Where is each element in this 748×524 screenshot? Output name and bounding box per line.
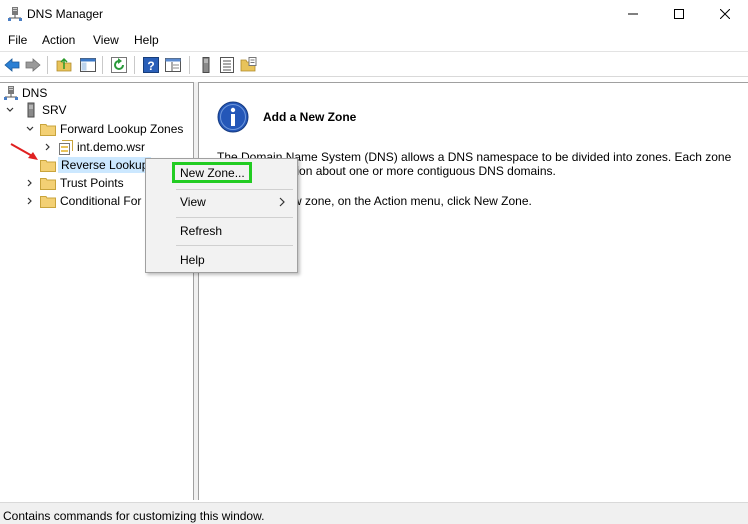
status-bar: Contains commands for customizing this w… [0,502,748,524]
detail-heading: Add a New Zone [263,110,357,124]
chevron-right-icon[interactable] [24,195,36,207]
dns-icon [4,86,18,100]
window-title: DNS Manager [27,7,104,21]
console-tree-pane[interactable]: DNS SRV Forward Lookup Zones int.demo.ws… [0,82,194,500]
menu-help[interactable]: Help [134,33,159,47]
context-menu-view[interactable]: View [146,191,297,213]
refresh-icon[interactable] [110,56,128,74]
toolbar: ? [0,51,748,77]
tree-label-zone: int.demo.wsr [77,140,146,154]
minimize-button[interactable] [610,0,656,28]
tree-item-dns[interactable]: DNS [4,84,47,102]
context-menu-help[interactable]: Help [146,249,297,271]
context-menu-help-label: Help [180,253,205,267]
up-folder-icon[interactable] [55,56,73,74]
context-menu: New Zone... View Refresh Help [145,158,298,273]
context-menu-view-label: View [180,195,206,209]
forward-icon[interactable] [24,56,42,74]
highlight-box [172,162,252,183]
folder-icon [40,177,56,190]
dns-manager-icon [8,7,22,21]
tree-item-trust-points[interactable]: Trust Points [24,174,124,192]
folder-properties-icon[interactable] [240,56,258,74]
back-icon[interactable] [3,56,21,74]
tree-label-conditional-forwarders: Conditional For [60,194,142,208]
context-menu-refresh[interactable]: Refresh [146,220,297,242]
detail-pane: Add a New Zone The Domain Name System (D… [198,82,748,500]
chevron-right-icon [279,197,285,207]
status-text: Contains commands for customizing this w… [3,509,265,523]
server-icon[interactable] [197,56,215,74]
tree-item-reverse-lookup-zones[interactable]: Reverse Lookup [24,156,152,174]
chevron-down-icon[interactable] [24,123,36,135]
tree-label-trust-points: Trust Points [60,176,124,190]
server-icon [27,102,35,118]
info-icon [217,101,249,133]
close-button[interactable] [702,0,748,28]
chevron-down-icon[interactable] [4,104,16,116]
tree-label-forward-lookup-zones: Forward Lookup Zones [60,122,184,136]
folder-icon [40,159,56,172]
tree-label-reverse-lookup-zones: Reverse Lookup [58,157,152,173]
maximize-button[interactable] [656,0,702,28]
close-icon [720,9,730,19]
svg-text:?: ? [147,59,154,73]
minimize-icon [628,13,638,15]
maximize-icon [674,9,684,19]
tree-item-conditional-forwarders[interactable]: Conditional For [24,192,141,210]
folder-icon [40,195,56,208]
tree-item-zone-int-demo-wsr[interactable]: int.demo.wsr [42,138,145,156]
chevron-right-icon[interactable] [42,141,54,153]
help-icon[interactable]: ? [142,56,160,74]
tree-label-dns: DNS [22,86,48,100]
menu-view[interactable]: View [93,33,119,47]
annotation-arrow-icon [10,143,38,160]
menu-file[interactable]: File [8,33,27,47]
show-hide-tree-icon[interactable] [79,56,97,74]
tree-label-srv: SRV [42,103,67,117]
chevron-right-icon[interactable] [24,177,36,189]
tree-item-srv[interactable]: SRV [4,101,66,119]
console-view-icon[interactable] [164,56,182,74]
menu-action[interactable]: Action [42,33,75,47]
title-bar[interactable]: DNS Manager [0,0,748,28]
folder-icon [40,123,56,136]
list-icon[interactable] [218,56,236,74]
context-menu-refresh-label: Refresh [180,224,223,238]
tree-item-forward-lookup-zones[interactable]: Forward Lookup Zones [24,120,183,138]
menu-bar: File Action View Help [0,30,748,50]
zone-icon [59,139,73,155]
